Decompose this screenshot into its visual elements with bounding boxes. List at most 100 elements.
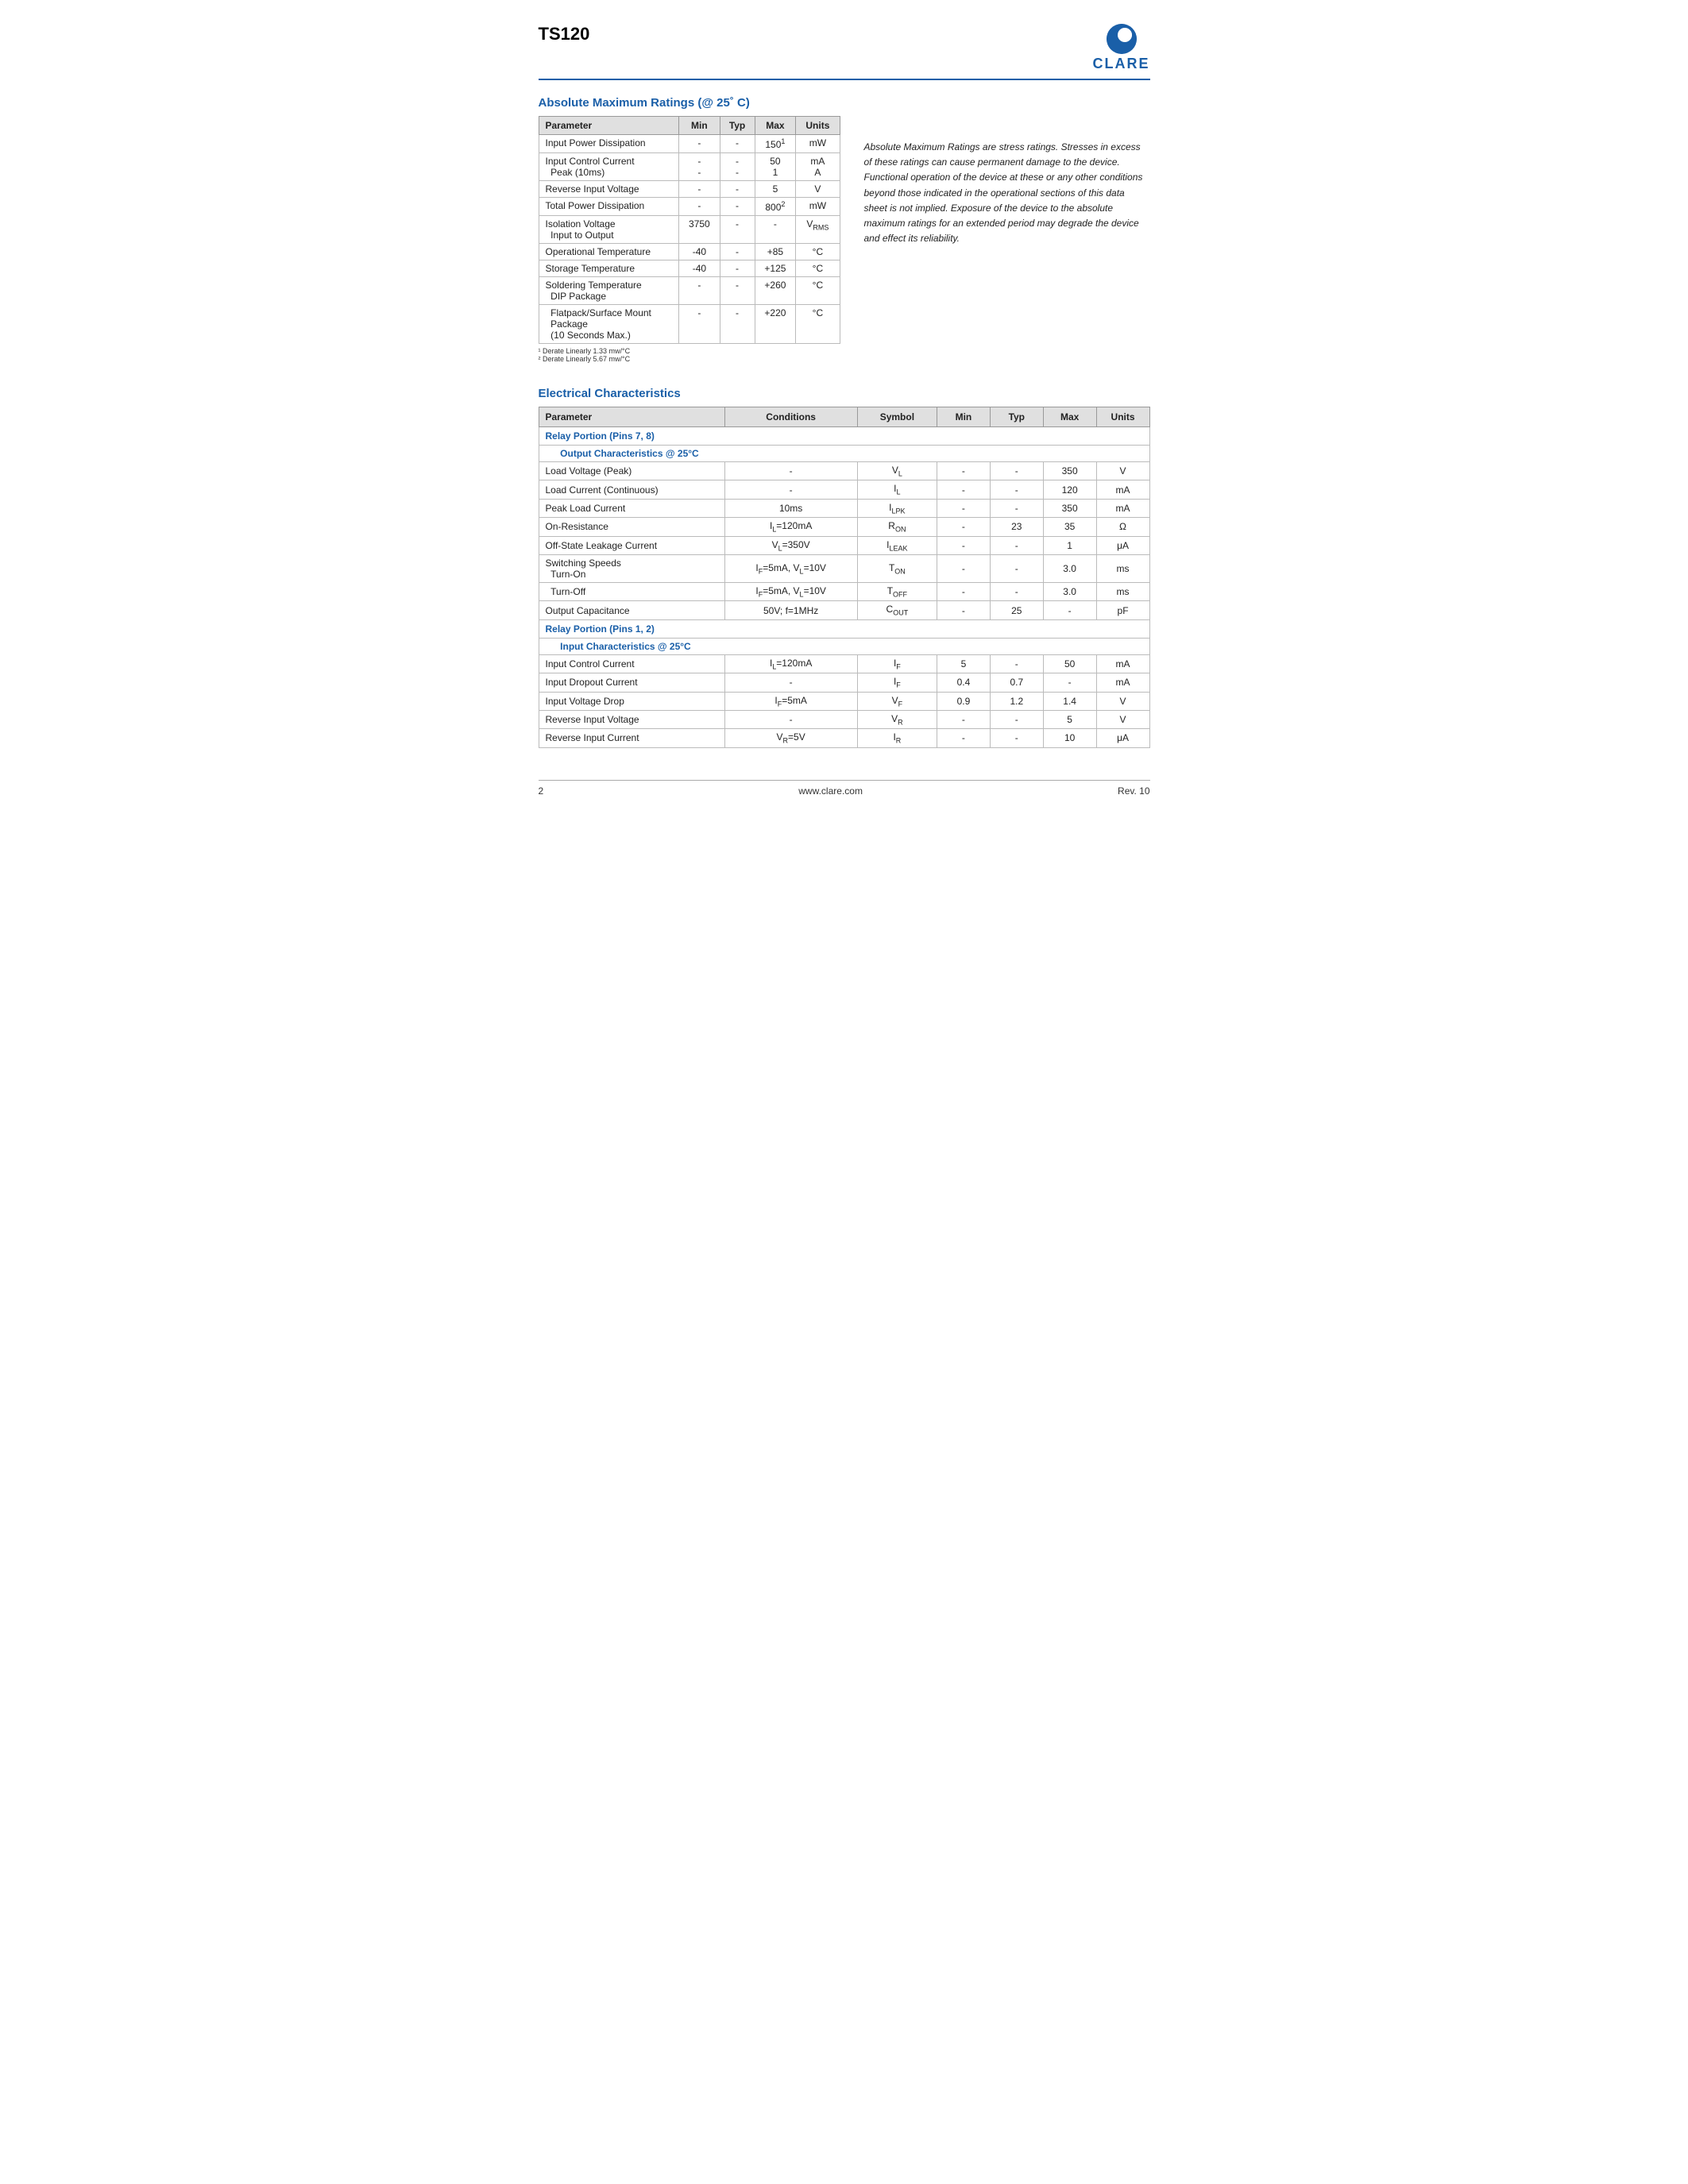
max-cell: 501 <box>755 153 796 181</box>
amr-note-text: Absolute Maximum Ratings are stress rati… <box>864 116 1150 363</box>
min-cell: - <box>937 710 991 728</box>
table-row: Input Dropout Current - IF 0.4 0.7 - mA <box>539 673 1149 692</box>
page-number: 2 <box>539 785 544 797</box>
footnotes: ¹ Derate Linearly 1.33 mw/°C ² Derate Li… <box>539 347 840 363</box>
param-cell: Load Voltage (Peak) <box>539 462 724 480</box>
max-cell: 350 <box>1043 462 1096 480</box>
cond-cell: - <box>724 673 857 692</box>
table-row: Flatpack/Surface Mount Package (10 Secon… <box>539 305 840 344</box>
min-cell: - <box>937 601 991 619</box>
sym-cell: IF <box>857 654 937 673</box>
table-row: Input Power Dissipation - - 1501 mW <box>539 135 840 153</box>
sym-cell: ILEAK <box>857 536 937 554</box>
table-row: Isolation Voltage Input to Output 3750 -… <box>539 216 840 244</box>
ec-col-min: Min <box>937 407 991 427</box>
sym-cell: IL <box>857 480 937 499</box>
typ-cell: - <box>720 198 755 216</box>
ec-subsection-label-2: Input Characteristics @ 25°C <box>539 638 1149 654</box>
typ-cell: - <box>990 480 1043 499</box>
footer-revision: Rev. 10 <box>1118 785 1149 797</box>
max-cell: 50 <box>1043 654 1096 673</box>
units-cell: mAA <box>796 153 840 181</box>
table-row: Soldering Temperature DIP Package - - +2… <box>539 277 840 305</box>
amr-table-wrap: Parameter Min Typ Max Units Input Power … <box>539 116 840 363</box>
max-cell: 5 <box>755 181 796 198</box>
min-cell: -40 <box>679 244 720 260</box>
ec-col-typ: Typ <box>990 407 1043 427</box>
min-cell: 0.4 <box>937 673 991 692</box>
ec-col-param: Parameter <box>539 407 724 427</box>
typ-cell: - <box>990 710 1043 728</box>
table-row: On-Resistance IL=120mA RON - 23 35 Ω <box>539 518 1149 536</box>
table-row: Storage Temperature -40 - +125 °C <box>539 260 840 277</box>
max-cell: 350 <box>1043 499 1096 517</box>
sym-cell: VF <box>857 692 937 710</box>
cond-cell: IF=5mA, VL=10V <box>724 582 857 600</box>
typ-cell: - <box>720 244 755 260</box>
typ-cell: - <box>720 260 755 277</box>
param-cell: Isolation Voltage Input to Output <box>539 216 679 244</box>
amr-col-param: Parameter <box>539 117 679 135</box>
cond-cell: IL=120mA <box>724 654 857 673</box>
typ-cell: 0.7 <box>990 673 1043 692</box>
typ-cell: - <box>720 305 755 344</box>
cond-cell: IF=5mA, VL=10V <box>724 554 857 582</box>
min-cell: -- <box>679 153 720 181</box>
typ-cell: - <box>720 181 755 198</box>
units-cell: °C <box>796 277 840 305</box>
param-cell: Switching Speeds Turn-On <box>539 554 724 582</box>
param-cell: Off-State Leakage Current <box>539 536 724 554</box>
min-cell: - <box>679 198 720 216</box>
typ-cell: -- <box>720 153 755 181</box>
max-cell: 5 <box>1043 710 1096 728</box>
max-cell: +220 <box>755 305 796 344</box>
typ-cell: - <box>990 536 1043 554</box>
units-cell: Ω <box>1096 518 1149 536</box>
param-cell: Input Control Current <box>539 654 724 673</box>
max-cell: 10 <box>1043 729 1096 747</box>
title-text: TS120 <box>539 24 590 44</box>
min-cell: - <box>937 536 991 554</box>
amr-table: Parameter Min Typ Max Units Input Power … <box>539 116 840 344</box>
max-cell: +260 <box>755 277 796 305</box>
param-cell: Output Capacitance <box>539 601 724 619</box>
ec-subsection-row: Output Characteristics @ 25°C <box>539 446 1149 462</box>
units-cell: °C <box>796 244 840 260</box>
units-cell: V <box>1096 692 1149 710</box>
max-cell: - <box>1043 673 1096 692</box>
footer-website: www.clare.com <box>798 785 863 797</box>
typ-cell: - <box>990 729 1043 747</box>
sym-cell: IR <box>857 729 937 747</box>
ec-section-row-2: Relay Portion (Pins 1, 2) <box>539 619 1149 638</box>
param-cell: Input Control Current Peak (10ms) <box>539 153 679 181</box>
max-cell: 120 <box>1043 480 1096 499</box>
table-row: Output Capacitance 50V; f=1MHz COUT - 25… <box>539 601 1149 619</box>
max-cell: 8002 <box>755 198 796 216</box>
min-cell: -40 <box>679 260 720 277</box>
ec-col-max: Max <box>1043 407 1096 427</box>
min-cell: - <box>937 729 991 747</box>
ec-header-row: Parameter Conditions Symbol Min Typ Max … <box>539 407 1149 427</box>
cond-cell: - <box>724 710 857 728</box>
param-cell: Turn-Off <box>539 582 724 600</box>
units-cell: °C <box>796 305 840 344</box>
sym-cell: TOFF <box>857 582 937 600</box>
amr-title: Absolute Maximum Ratings (@ 25˚ C) <box>539 96 1150 110</box>
max-cell: +85 <box>755 244 796 260</box>
min-cell: 0.9 <box>937 692 991 710</box>
table-row: Turn-Off IF=5mA, VL=10V TOFF - - 3.0 ms <box>539 582 1149 600</box>
table-row: Reverse Input Voltage - VR - - 5 V <box>539 710 1149 728</box>
cond-cell: - <box>724 480 857 499</box>
min-cell: 3750 <box>679 216 720 244</box>
cond-cell: VR=5V <box>724 729 857 747</box>
ec-section-row: Relay Portion (Pins 7, 8) <box>539 427 1149 446</box>
ec-section-label-2: Relay Portion (Pins 1, 2) <box>539 619 1149 638</box>
param-cell: Input Power Dissipation <box>539 135 679 153</box>
units-cell: μA <box>1096 536 1149 554</box>
max-cell: 3.0 <box>1043 554 1096 582</box>
sym-cell: VR <box>857 710 937 728</box>
param-cell: Storage Temperature <box>539 260 679 277</box>
units-cell: V <box>1096 710 1149 728</box>
units-cell: VRMS <box>796 216 840 244</box>
cond-cell: - <box>724 462 857 480</box>
